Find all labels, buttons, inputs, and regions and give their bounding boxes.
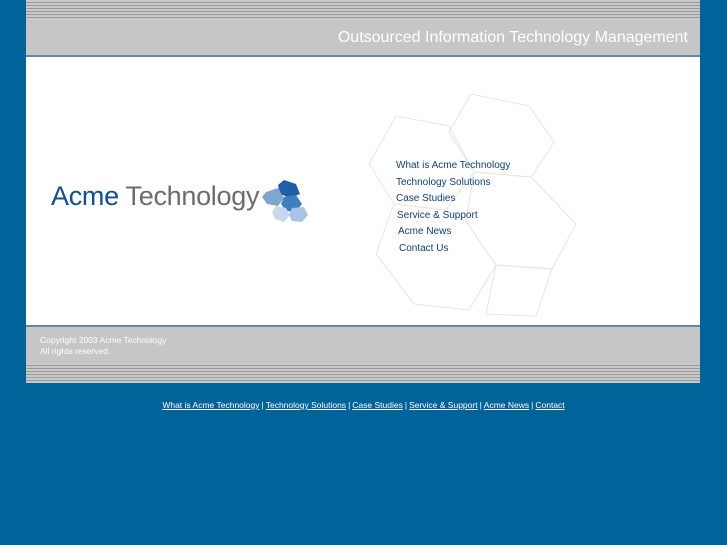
footer-stripes	[26, 363, 700, 383]
footer-bar: Copyright 2003 Acme Technology All right…	[26, 325, 700, 383]
logo-text-technology: Technology	[125, 181, 260, 211]
bottom-link-technology-solutions[interactable]: Technology Solutions	[266, 400, 346, 410]
bottom-link-contact[interactable]: Contact	[535, 400, 564, 410]
link-separator: |	[261, 400, 264, 410]
header-stripes	[26, 0, 700, 20]
copyright-notice: Copyright 2003 Acme Technology All right…	[40, 335, 166, 357]
bottom-link-service-support[interactable]: Service & Support	[409, 400, 478, 410]
nav-service-support[interactable]: Service & Support	[397, 208, 510, 225]
footer-rule	[26, 325, 700, 327]
acme-technology-logo[interactable]: Acme Technology	[51, 181, 259, 212]
cube-logo-icon	[262, 180, 308, 222]
link-separator: |	[531, 400, 534, 410]
nav-case-studies[interactable]: Case Studies	[396, 191, 510, 208]
bottom-link-what-is-acme[interactable]: What is Acme Technology	[162, 400, 259, 410]
rights-line: All rights reserved	[40, 346, 109, 356]
main-content: Acme Technology What is Acme Technology …	[26, 57, 700, 325]
link-separator: |	[479, 400, 482, 410]
nav-acme-news[interactable]: Acme News	[398, 224, 510, 241]
bottom-link-acme-news[interactable]: Acme News	[484, 400, 529, 410]
logo-text-acme: Acme	[51, 181, 119, 211]
copyright-line: Copyright 2003 Acme Technology	[40, 335, 167, 345]
nav-technology-solutions[interactable]: Technology Solutions	[396, 175, 510, 192]
nav-contact-us[interactable]: Contact Us	[399, 241, 510, 258]
nav-what-is-acme[interactable]: What is Acme Technology	[396, 158, 510, 175]
page-frame: Outsourced Information Technology Manage…	[26, 0, 700, 383]
main-navigation: What is Acme Technology Technology Solut…	[396, 158, 510, 257]
bottom-text-links: What is Acme Technology | Technology Solut…	[0, 400, 727, 410]
header-bar: Outsourced Information Technology Manage…	[26, 0, 700, 57]
bottom-link-case-studies[interactable]: Case Studies	[352, 400, 403, 410]
header-tagline: Outsourced Information Technology Manage…	[337, 29, 688, 46]
link-separator: |	[404, 400, 408, 410]
link-separator: |	[348, 400, 351, 410]
